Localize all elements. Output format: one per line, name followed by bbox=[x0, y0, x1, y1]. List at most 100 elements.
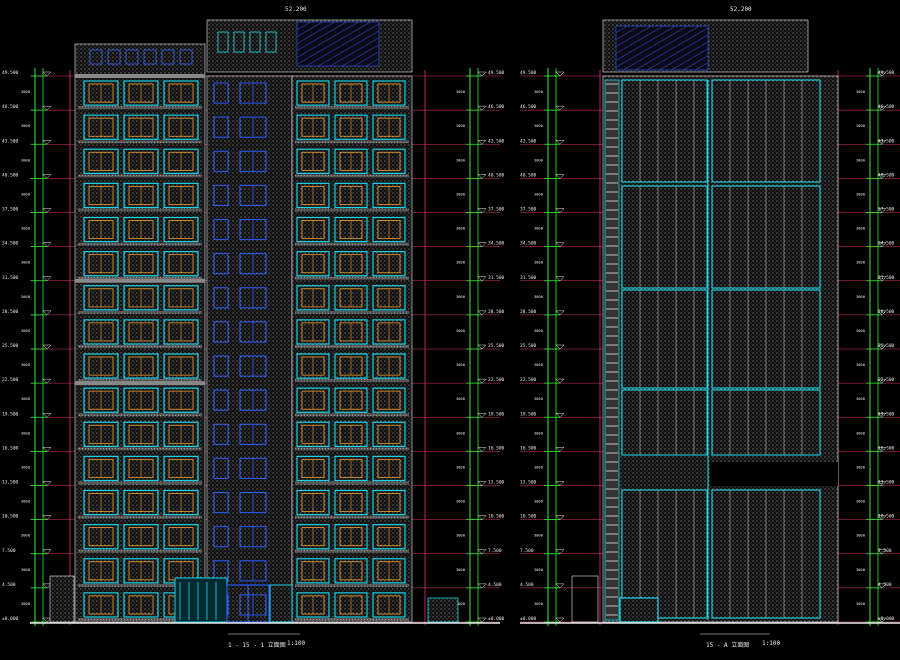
level-label: 34.500 bbox=[488, 241, 505, 247]
balcony-slab bbox=[78, 413, 202, 417]
side-facade bbox=[602, 75, 839, 623]
dimension-label: 3000 bbox=[21, 499, 31, 504]
triangle-level-icon bbox=[555, 140, 565, 145]
dimension-label: 3000 bbox=[856, 464, 866, 469]
level-label: 25.500 bbox=[520, 343, 537, 349]
level-label: 43.500 bbox=[878, 138, 895, 144]
elevation-drawing-sheet: 49.500 3000 46.500 3000 43.500 3000 40.500 3000… bbox=[2, 19, 900, 635]
level-label: 37.500 bbox=[488, 207, 505, 213]
level-label: 22.500 bbox=[520, 377, 537, 383]
dimension-label: 3000 bbox=[21, 294, 31, 299]
level-label: 34.500 bbox=[520, 241, 537, 247]
dimension-label: 3000 bbox=[21, 260, 31, 265]
triangle-level-icon bbox=[42, 140, 52, 145]
triangle-level-icon bbox=[42, 105, 52, 111]
dimension-label: 3000 bbox=[856, 328, 866, 333]
left-roof-level: 52.200 bbox=[285, 6, 307, 13]
balcony-slab bbox=[295, 515, 409, 519]
triangle-level-icon bbox=[477, 105, 487, 111]
level-label: 49.500 bbox=[2, 70, 19, 76]
level-label: 13.500 bbox=[488, 480, 505, 486]
dimension-label: 3000 bbox=[534, 328, 544, 333]
balcony-slab bbox=[78, 106, 202, 110]
dimension-label: 3000 bbox=[456, 226, 466, 231]
dimension-label: 3000 bbox=[456, 123, 466, 128]
dimension-label: 3000 bbox=[856, 499, 866, 504]
balcony-slab bbox=[295, 583, 409, 587]
dimension-label: 3000 bbox=[856, 601, 866, 606]
side-annex bbox=[571, 575, 599, 623]
triangle-level-icon bbox=[555, 242, 565, 247]
triangle-level-icon bbox=[477, 242, 487, 247]
dimension-label: 3000 bbox=[456, 294, 466, 299]
triangle-level-icon bbox=[42, 71, 52, 77]
level-label: 13.500 bbox=[520, 480, 537, 486]
right-drawing-title: 15 - A 立面图 bbox=[706, 642, 750, 649]
dimension-label: 3000 bbox=[534, 499, 544, 504]
dimension-label: 3000 bbox=[856, 89, 866, 94]
triangle-level-icon bbox=[555, 549, 565, 555]
level-label: 16.500 bbox=[488, 445, 505, 451]
dimension-label: 3000 bbox=[21, 157, 31, 162]
level-label: ±0.000 bbox=[520, 616, 537, 622]
triangle-level-icon bbox=[555, 208, 565, 213]
triangle-level-icon bbox=[477, 71, 487, 77]
dimension-label: 3000 bbox=[534, 260, 544, 265]
triangle-level-icon bbox=[477, 208, 487, 213]
dimension-label: 3000 bbox=[21, 328, 31, 333]
level-label: 43.500 bbox=[488, 138, 505, 144]
triangle-level-icon bbox=[555, 174, 565, 179]
balcony-slab bbox=[295, 481, 409, 485]
triangle-level-icon bbox=[555, 583, 565, 589]
dimension-label: 3000 bbox=[21, 464, 31, 469]
left-wing-facade bbox=[74, 75, 206, 623]
dimension-label: 3000 bbox=[534, 191, 544, 196]
dimension-label: 3000 bbox=[856, 191, 866, 196]
triangle-level-icon bbox=[555, 413, 565, 418]
level-label: 7.500 bbox=[878, 548, 892, 554]
dimension-label: 3000 bbox=[456, 191, 466, 196]
dimension-label: 3000 bbox=[456, 533, 466, 538]
dimension-label: 3000 bbox=[534, 123, 544, 128]
level-label: 4.500 bbox=[2, 582, 16, 588]
dimension-label: 3000 bbox=[856, 294, 866, 299]
level-label: 40.500 bbox=[878, 172, 895, 178]
left-drawing-scale: 1:100 bbox=[287, 640, 306, 647]
dimension-label: 3000 bbox=[456, 567, 466, 572]
level-label: 10.500 bbox=[488, 514, 505, 520]
dimension-label: 3000 bbox=[856, 567, 866, 572]
level-label: 37.500 bbox=[878, 207, 895, 213]
roof-parapet-left bbox=[74, 43, 206, 77]
triangle-level-icon bbox=[477, 549, 487, 555]
level-label: 4.500 bbox=[488, 582, 502, 588]
level-label: 19.500 bbox=[520, 411, 537, 417]
triangle-level-icon bbox=[555, 515, 565, 520]
triangle-level-icon bbox=[42, 413, 52, 418]
balcony-slab bbox=[295, 549, 409, 553]
triangle-level-icon bbox=[555, 71, 565, 77]
facade-gap bbox=[710, 462, 838, 486]
balcony-slab bbox=[295, 379, 409, 383]
triangle-level-icon bbox=[477, 140, 487, 145]
level-label: 10.500 bbox=[878, 514, 895, 520]
balcony-slab bbox=[295, 242, 409, 246]
triangle-level-icon bbox=[477, 583, 487, 589]
dimension-label: 3000 bbox=[21, 396, 31, 401]
triangle-level-icon bbox=[477, 310, 487, 316]
tower-curtain-wall bbox=[615, 25, 709, 71]
balcony-slab bbox=[295, 174, 409, 178]
triangle-level-icon bbox=[42, 378, 52, 384]
level-label: 46.500 bbox=[878, 104, 895, 110]
balcony-slab bbox=[78, 481, 202, 485]
dimension-label: 3000 bbox=[534, 157, 544, 162]
triangle-level-icon bbox=[555, 481, 565, 486]
level-label: 34.500 bbox=[878, 241, 895, 247]
balcony-slab bbox=[295, 345, 409, 348]
level-label: 28.500 bbox=[520, 309, 537, 315]
level-label: 31.500 bbox=[2, 275, 19, 281]
triangle-level-icon bbox=[42, 310, 52, 316]
dimension-label: 3000 bbox=[456, 499, 466, 504]
triangle-level-icon bbox=[42, 242, 52, 247]
dimension-label: 3000 bbox=[856, 533, 866, 538]
dimension-label: 3000 bbox=[456, 430, 466, 435]
